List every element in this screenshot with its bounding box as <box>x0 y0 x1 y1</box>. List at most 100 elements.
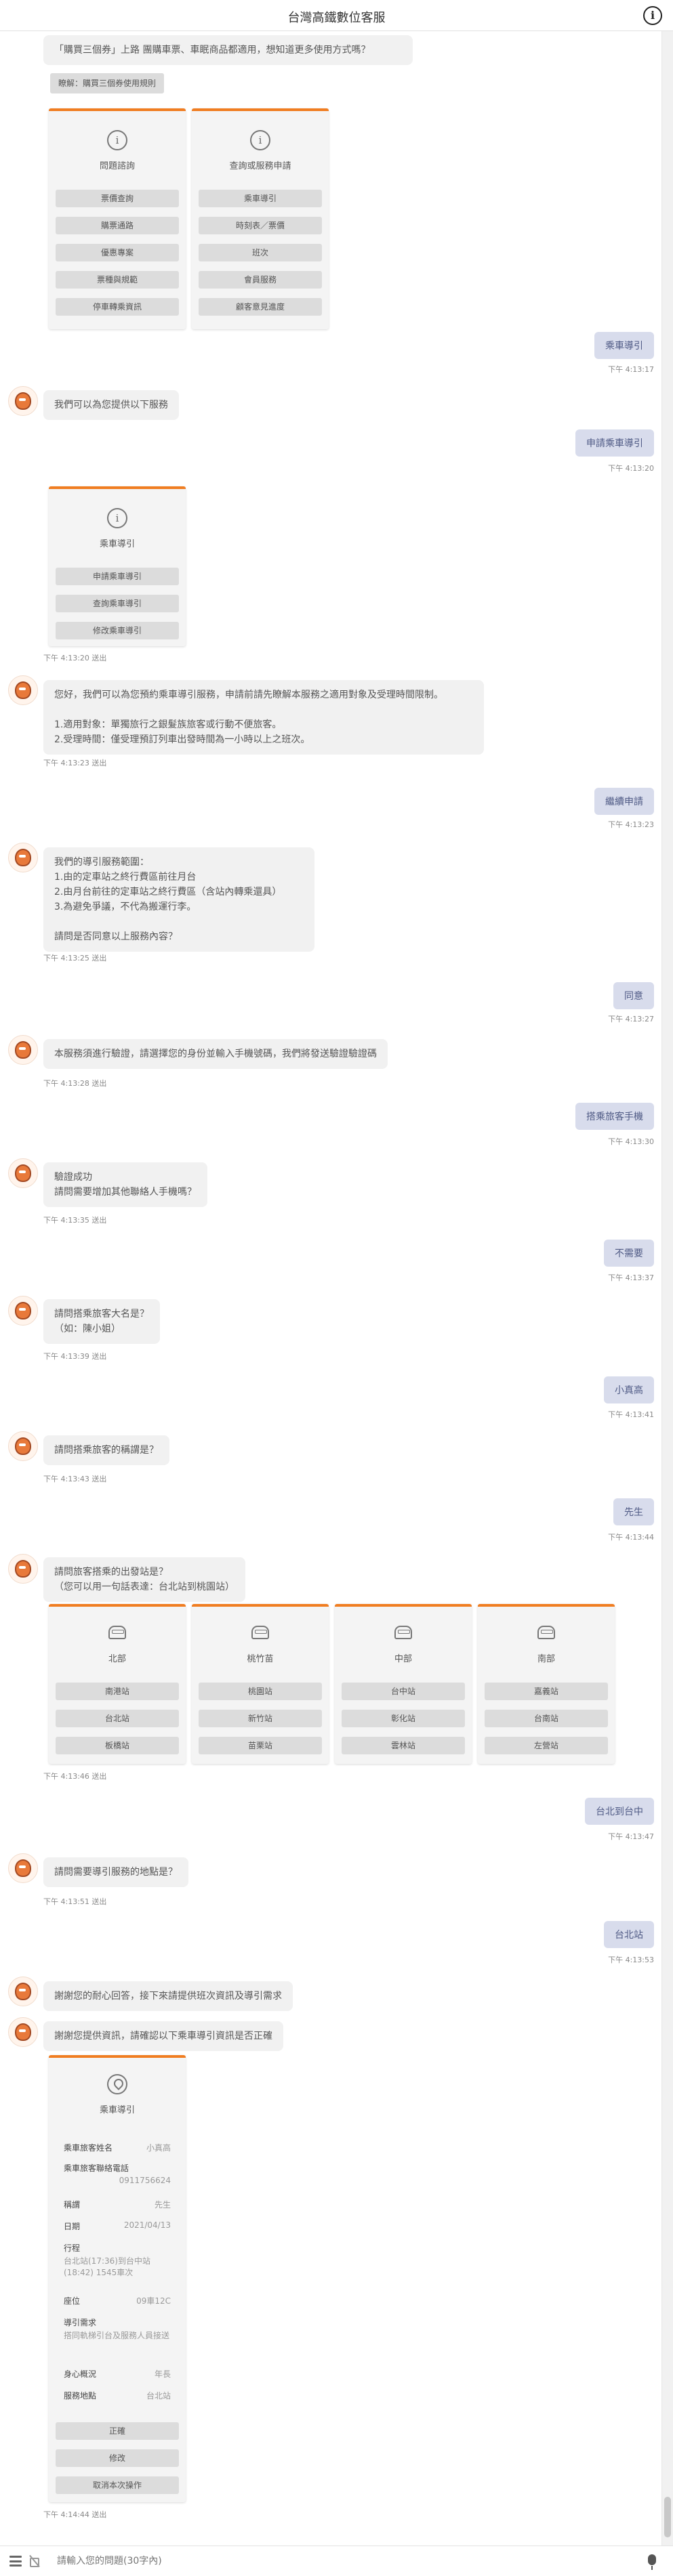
modify-guide-button[interactable]: 修改乘車導引 <box>56 622 179 639</box>
phone-value: 0911756624 <box>119 2176 171 2185</box>
station-button-banqiao[interactable]: 板橋站 <box>56 1737 179 1754</box>
info-icon: i <box>107 508 127 528</box>
bot-message: 您好，我們可以為您預約乘車導引服務，申請前請先瞭解本服務之適用對象及受理時間限制… <box>43 680 484 755</box>
bot-avatar <box>8 1977 38 2006</box>
seat-value: 09車12C <box>136 2296 171 2306</box>
bot-message: 請問旅客搭乘的出發站是？ （您可以用一句話表達：台北站到桃園站） <box>43 1557 245 1602</box>
bot-avatar <box>8 1158 38 1188</box>
card-title: 中部 <box>394 1654 412 1664</box>
card-title: 查詢或服務申請 <box>229 161 291 171</box>
scrollbar[interactable] <box>661 31 673 2546</box>
timestamp: 下午 4:13:47 <box>608 1832 654 1841</box>
bot-avatar <box>8 1554 38 1584</box>
station-button-tainan[interactable]: 台南站 <box>485 1710 608 1727</box>
user-message: 台北到台中 <box>585 1798 654 1825</box>
need-label: 導引需求 <box>64 2318 97 2327</box>
confirm-button[interactable]: 正確 <box>56 2422 179 2440</box>
salutation-label: 稱謂 <box>64 2200 81 2210</box>
cancel-button[interactable]: 取消本次操作 <box>56 2476 179 2494</box>
bot-message: 請問搭乘旅客大名是？ （如：陳小姐） <box>43 1299 160 1344</box>
bot-avatar <box>8 1431 38 1461</box>
timestamp: 下午 4:13:51 送出 <box>43 1897 107 1906</box>
card-title: 問題諮詢 <box>99 161 135 171</box>
user-message: 先生 <box>613 1498 654 1525</box>
name-label: 乘車旅客姓名 <box>64 2143 113 2153</box>
station-button-changhua[interactable]: 彰化站 <box>342 1710 465 1727</box>
station-card-taoyuan-hsinchu-miaoli: 桃竹苗 桃園站 新竹站 苗栗站 <box>192 1604 329 1764</box>
station-card-south: 南部 嘉義站 台南站 左營站 <box>478 1604 615 1764</box>
info-icon[interactable]: i <box>643 6 662 25</box>
info-icon: i <box>250 130 270 150</box>
station-button-miaoli[interactable]: 苗栗站 <box>199 1737 322 1754</box>
bot-avatar <box>8 1853 38 1883</box>
card-button-promo[interactable]: 優惠專案 <box>56 244 179 261</box>
card-button-timetable[interactable]: 時刻表／票價 <box>199 217 322 234</box>
timestamp: 下午 4:13:20 <box>608 464 654 473</box>
bot-avatar <box>8 386 38 416</box>
guide-summary-card: 乘車導引 乘車旅客姓名 小真高 乘車旅客聯絡電話 0911756624 稱謂 先… <box>49 2055 186 2502</box>
timestamp: 下午 4:13:25 送出 <box>43 954 107 963</box>
user-message: 乘車導引 <box>594 332 654 359</box>
timestamp: 下午 4:13:37 <box>608 1273 654 1282</box>
bot-message: 「購買三個券」上路 團購車票、車眠商品都適用，想知道更多使用方式嗎？ <box>43 35 413 65</box>
card-button-parking[interactable]: 停車轉乘資訊 <box>56 298 179 316</box>
card-title: 乘車導引 <box>99 2105 135 2115</box>
station-button-taichung[interactable]: 台中站 <box>342 1683 465 1700</box>
info-icon: i <box>107 130 127 150</box>
user-message: 搭乘旅客手機 <box>575 1103 654 1130</box>
timestamp: 下午 4:13:17 <box>608 365 654 374</box>
bot-message: 謝謝您提供資訊，請確認以下乘車導引資訊是否正確 <box>43 2021 283 2051</box>
timestamp: 下午 4:13:35 送出 <box>43 1216 107 1225</box>
input-bar <box>0 2546 673 2576</box>
page-title: 台灣高鐵數位客服 <box>287 11 386 25</box>
station-button-hsinchu[interactable]: 新竹站 <box>199 1710 322 1727</box>
user-message: 小真高 <box>604 1376 654 1403</box>
bot-message: 請問搭乘旅客的稱謂是？ <box>43 1435 169 1465</box>
card-button-guide[interactable]: 乘車導引 <box>199 190 322 207</box>
scrollbar-thumb[interactable] <box>664 2497 671 2537</box>
timestamp: 下午 4:13:28 送出 <box>43 1079 107 1088</box>
date-label: 日期 <box>64 2222 81 2231</box>
modify-button[interactable]: 修改 <box>56 2449 179 2467</box>
guide-card: i 乘車導引 申請乘車導引 查詢乘車導引 修改乘車導引 <box>49 486 186 646</box>
card-button-member[interactable]: 會員服務 <box>199 271 322 289</box>
user-message: 同意 <box>613 982 654 1009</box>
timestamp: 下午 4:13:53 <box>608 1956 654 1964</box>
station-button-taipei[interactable]: 台北站 <box>56 1710 179 1727</box>
menu-icon[interactable] <box>9 2556 22 2567</box>
card-button-train[interactable]: 班次 <box>199 244 322 261</box>
salutation-value: 先生 <box>154 2200 171 2210</box>
station-button-zuoying[interactable]: 左營站 <box>485 1737 608 1754</box>
promo-rules-button[interactable]: 瞭解：購買三個券使用規則 <box>50 73 165 93</box>
place-label: 服務地點 <box>64 2391 97 2401</box>
station-card-central: 中部 台中站 彰化站 雲林站 <box>335 1604 472 1764</box>
speaker-mute-icon[interactable] <box>28 2555 41 2567</box>
train-icon <box>394 1626 412 1639</box>
trip-label: 行程 <box>64 2243 81 2253</box>
card-button-ticket-type[interactable]: 票種與規範 <box>56 271 179 289</box>
bot-message: 我們的導引服務範圍： 1.由的定車站之終行費區前往月台 2.由月台前往的定車站之… <box>43 847 314 952</box>
bot-message: 本服務須進行驗證，請選擇您的身份並輸入手機號碼，我們將發送驗證驗證碼 <box>43 1039 388 1069</box>
message-input[interactable] <box>57 2550 640 2572</box>
timestamp: 下午 4:13:44 <box>608 1533 654 1542</box>
card-button-channel[interactable]: 購票通路 <box>56 217 179 234</box>
card-title: 北部 <box>108 1654 126 1664</box>
card-button-fare[interactable]: 票價查詢 <box>56 190 179 207</box>
microphone-icon[interactable] <box>648 2554 656 2570</box>
station-button-nangang[interactable]: 南港站 <box>56 1683 179 1700</box>
card-button-feedback[interactable]: 顧客意見進度 <box>199 298 322 316</box>
bot-avatar <box>8 675 38 705</box>
apply-guide-button[interactable]: 申請乘車導引 <box>56 568 179 585</box>
card-title: 桃竹苗 <box>247 1654 274 1664</box>
station-button-taoyuan[interactable]: 桃園站 <box>199 1683 322 1700</box>
bot-message: 驗證成功 請問需要增加其他聯絡人手機嗎？ <box>43 1162 207 1207</box>
user-message: 台北站 <box>604 1921 654 1948</box>
train-icon <box>537 1626 555 1639</box>
bot-message: 我們可以為您提供以下服務 <box>43 390 179 420</box>
station-button-chiayi[interactable]: 嘉義站 <box>485 1683 608 1700</box>
card-title: 南部 <box>537 1654 555 1664</box>
phone-label: 乘車旅客聯絡電話 <box>64 2163 129 2173</box>
query-guide-button[interactable]: 查詢乘車導引 <box>56 595 179 612</box>
station-button-yunlin[interactable]: 雲林站 <box>342 1737 465 1754</box>
pin-icon <box>107 2074 127 2094</box>
